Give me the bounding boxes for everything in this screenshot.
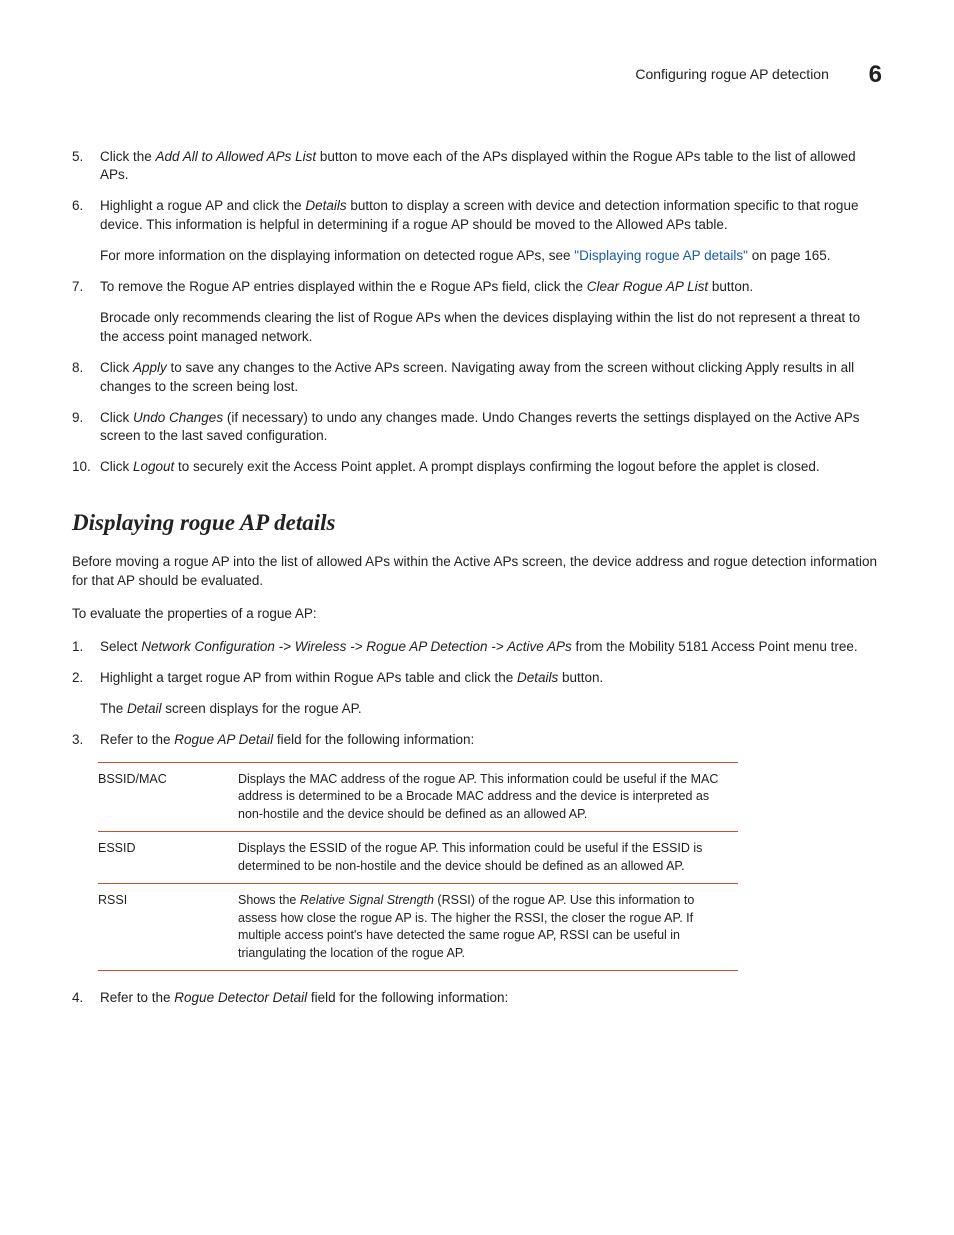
ordered-list-2: 1.Select Network Configuration -> Wirele…: [72, 638, 882, 750]
list-item: 4.Refer to the Rogue Detector Detail fie…: [72, 989, 882, 1008]
list-body: Click Logout to securely exit the Access…: [100, 458, 882, 477]
table-description: Displays the ESSID of the rogue AP. This…: [238, 832, 738, 884]
list-number: 4.: [72, 989, 100, 1008]
italic-text: Rogue Detector Detail: [174, 990, 307, 1005]
list-body: Highlight a target rogue AP from within …: [100, 669, 882, 719]
italic-text: Network Configuration -> Wireless -> Rog…: [141, 639, 571, 654]
italic-text: Details: [517, 670, 558, 685]
list-body: Refer to the Rogue AP Detail field for t…: [100, 731, 882, 750]
ordered-list-1: 5.Click the Add All to Allowed APs List …: [72, 148, 882, 478]
list-number: 6.: [72, 197, 100, 266]
table-description: Shows the Relative Signal Strength (RSSI…: [238, 884, 738, 971]
table-row: RSSIShows the Relative Signal Strength (…: [98, 884, 738, 971]
list-item: 6.Highlight a rogue AP and click the Det…: [72, 197, 882, 266]
italic-text: Detail: [127, 701, 162, 716]
paragraph: Highlight a target rogue AP from within …: [100, 669, 882, 688]
list-number: 5.: [72, 148, 100, 186]
list-body: Click Apply to save any changes to the A…: [100, 359, 882, 397]
italic-text: Undo Changes: [133, 410, 223, 425]
paragraph: For more information on the displaying i…: [100, 247, 882, 266]
paragraph: Highlight a rogue AP and click the Detai…: [100, 197, 882, 235]
list-body: To remove the Rogue AP entries displayed…: [100, 278, 882, 347]
list-item: 2.Highlight a target rogue AP from withi…: [72, 669, 882, 719]
paragraph: Refer to the Rogue Detector Detail field…: [100, 989, 882, 1008]
header-title: Configuring rogue AP detection: [635, 65, 829, 85]
section-intro: Before moving a rogue AP into the list o…: [72, 553, 882, 591]
list-item: 9.Click Undo Changes (if necessary) to u…: [72, 409, 882, 447]
list-number: 9.: [72, 409, 100, 447]
italic-text: Relative Signal Strength: [300, 893, 434, 907]
italic-text: Add All to Allowed APs List: [156, 149, 317, 164]
paragraph: Brocade only recommends clearing the lis…: [100, 309, 882, 347]
cross-reference-link[interactable]: "Displaying rogue AP details": [574, 248, 748, 263]
page-header: Configuring rogue AP detection 6: [72, 58, 882, 92]
paragraph: Refer to the Rogue AP Detail field for t…: [100, 731, 882, 750]
paragraph: Click Apply to save any changes to the A…: [100, 359, 882, 397]
list-body: Highlight a rogue AP and click the Detai…: [100, 197, 882, 266]
italic-text: Clear Rogue AP List: [587, 279, 708, 294]
paragraph: Click Undo Changes (if necessary) to und…: [100, 409, 882, 447]
table-row: BSSID/MACDisplays the MAC address of the…: [98, 762, 738, 832]
list-number: 8.: [72, 359, 100, 397]
italic-text: Details: [305, 198, 346, 213]
list-number: 10.: [72, 458, 100, 477]
table-row: ESSIDDisplays the ESSID of the rogue AP.…: [98, 832, 738, 884]
list-body: Click the Add All to Allowed APs List bu…: [100, 148, 882, 186]
section-lead: To evaluate the properties of a rogue AP…: [72, 605, 882, 624]
table-description: Displays the MAC address of the rogue AP…: [238, 762, 738, 832]
section-heading: Displaying rogue AP details: [72, 507, 882, 539]
list-number: 3.: [72, 731, 100, 750]
table-term: ESSID: [98, 832, 238, 884]
content: 5.Click the Add All to Allowed APs List …: [72, 148, 882, 1008]
list-body: Refer to the Rogue Detector Detail field…: [100, 989, 882, 1008]
list-item: 5.Click the Add All to Allowed APs List …: [72, 148, 882, 186]
list-item: 7.To remove the Rogue AP entries display…: [72, 278, 882, 347]
list-item: 10.Click Logout to securely exit the Acc…: [72, 458, 882, 477]
list-item: 1.Select Network Configuration -> Wirele…: [72, 638, 882, 657]
paragraph: Select Network Configuration -> Wireless…: [100, 638, 882, 657]
paragraph: The Detail screen displays for the rogue…: [100, 700, 882, 719]
list-number: 7.: [72, 278, 100, 347]
list-item: 3.Refer to the Rogue AP Detail field for…: [72, 731, 882, 750]
list-item: 8.Click Apply to save any changes to the…: [72, 359, 882, 397]
rogue-ap-detail-table: BSSID/MACDisplays the MAC address of the…: [98, 762, 738, 972]
chapter-number: 6: [869, 58, 882, 92]
list-body: Select Network Configuration -> Wireless…: [100, 638, 882, 657]
paragraph: Click the Add All to Allowed APs List bu…: [100, 148, 882, 186]
list-number: 1.: [72, 638, 100, 657]
italic-text: Logout: [133, 459, 174, 474]
italic-text: Rogue AP Detail: [174, 732, 273, 747]
list-body: Click Undo Changes (if necessary) to und…: [100, 409, 882, 447]
table-term: RSSI: [98, 884, 238, 971]
table-term: BSSID/MAC: [98, 762, 238, 832]
italic-text: Apply: [133, 360, 167, 375]
paragraph: To remove the Rogue AP entries displayed…: [100, 278, 882, 297]
paragraph: Click Logout to securely exit the Access…: [100, 458, 882, 477]
ordered-list-3: 4.Refer to the Rogue Detector Detail fie…: [72, 989, 882, 1008]
list-number: 2.: [72, 669, 100, 719]
